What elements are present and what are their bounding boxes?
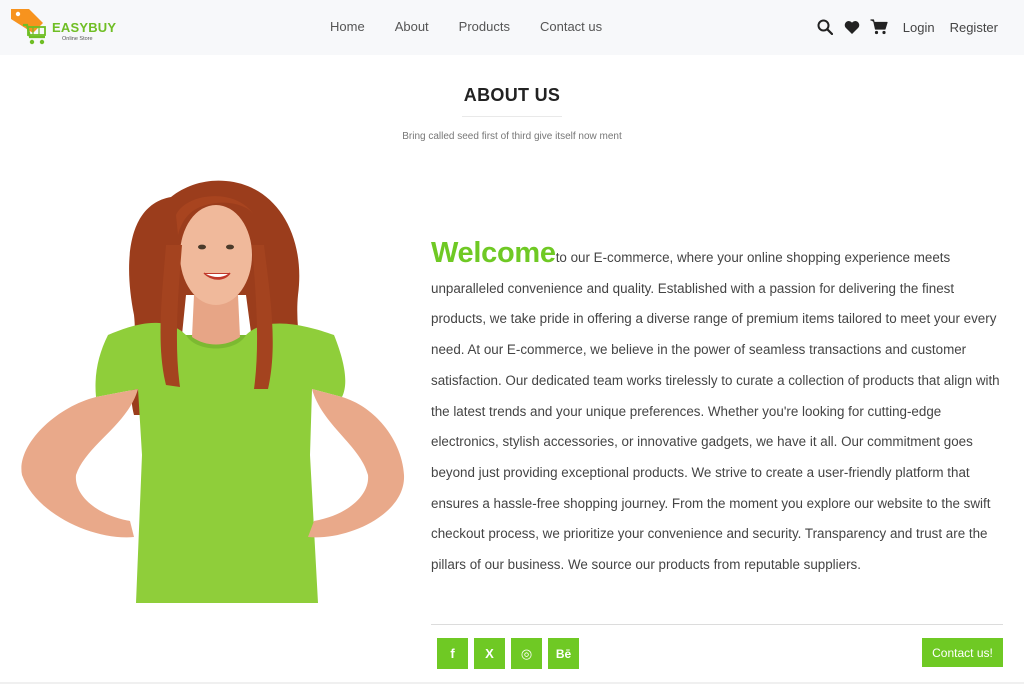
page-title: ABOUT US: [463, 85, 561, 105]
x-icon: X: [485, 646, 494, 661]
main-nav: Home About Products Contact us: [330, 19, 602, 34]
title-underline: [462, 116, 562, 117]
facebook-icon: f: [450, 646, 455, 661]
navbar: EASYBUY Online Store Home About Products…: [0, 0, 1024, 55]
dribbble-icon: ◎: [520, 645, 533, 661]
about-body: to our E-commerce, where your online sho…: [431, 250, 1000, 573]
cart-icon[interactable]: [870, 18, 888, 36]
page-subtitle: Bring called seed first of third give it…: [402, 131, 622, 142]
content-divider: [431, 624, 1003, 625]
heart-icon[interactable]: [843, 18, 861, 36]
contact-us-button[interactable]: Contact us!: [922, 638, 1003, 667]
social-links: f X ◎ Bē: [437, 638, 585, 669]
nav-actions: Login Register: [816, 17, 998, 37]
about-paragraph: Welcometo our E-commerce, where your onl…: [431, 238, 1006, 581]
nav-link-contact[interactable]: Contact us: [540, 19, 602, 34]
logo-cart-icon: [11, 9, 46, 45]
welcome-heading: Welcome: [431, 237, 556, 269]
x-twitter-button[interactable]: X: [474, 638, 505, 669]
nav-link-about[interactable]: About: [395, 19, 429, 34]
hero-woman-image: [21, 180, 405, 603]
brand-tagline: Online Store: [62, 36, 93, 42]
behance-icon: Bē: [555, 646, 572, 661]
dribbble-button[interactable]: ◎: [511, 638, 542, 669]
brand-name: EASYBUY: [52, 20, 117, 35]
login-link[interactable]: Login: [903, 20, 935, 35]
nav-link-products[interactable]: Products: [459, 19, 510, 34]
behance-button[interactable]: Bē: [548, 638, 579, 669]
nav-link-home[interactable]: Home: [330, 19, 365, 34]
facebook-button[interactable]: f: [437, 638, 468, 669]
brand-logo[interactable]: EASYBUY Online Store: [9, 7, 119, 47]
register-link[interactable]: Register: [950, 20, 998, 35]
search-icon[interactable]: [816, 18, 834, 36]
